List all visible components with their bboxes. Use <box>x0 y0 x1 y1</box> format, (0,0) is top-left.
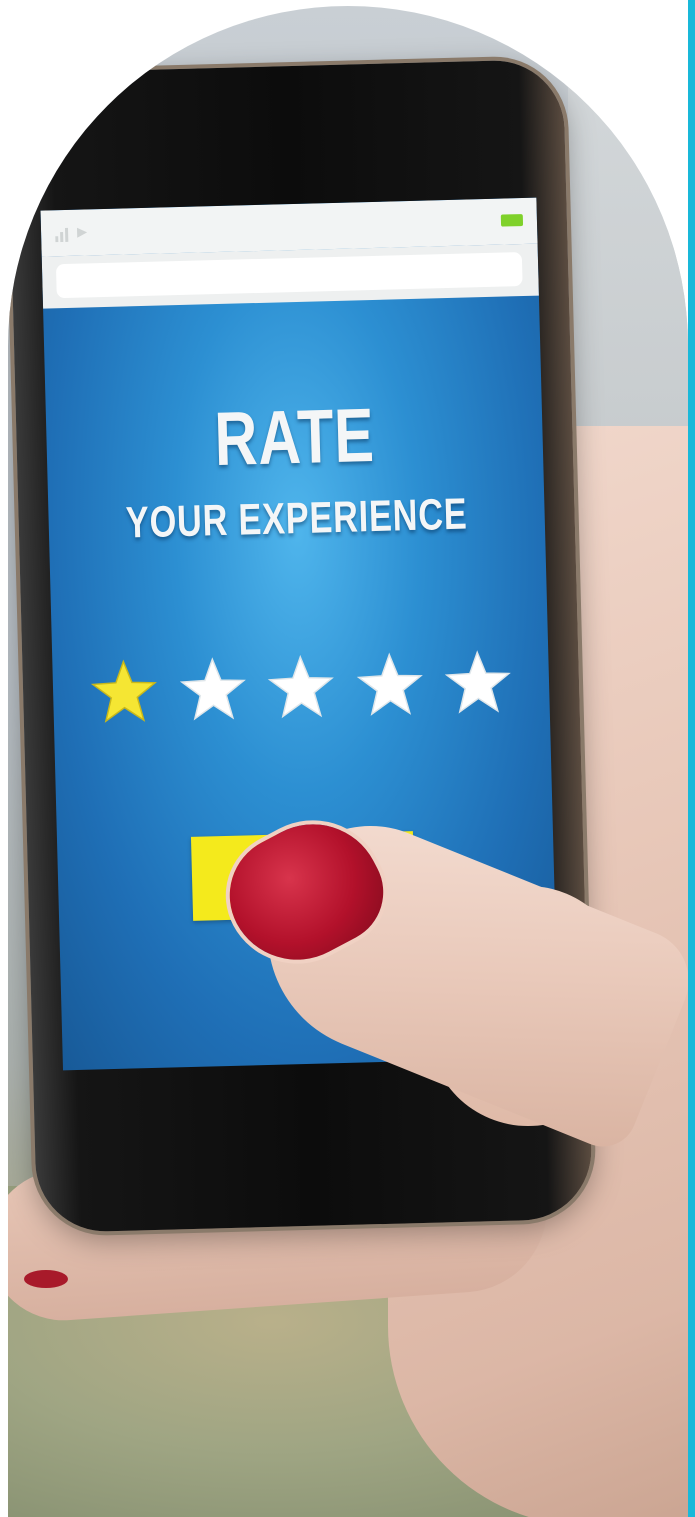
battery-icon <box>500 214 524 227</box>
signal-icon <box>55 223 95 243</box>
star-icon[interactable] <box>179 655 247 723</box>
star-icon[interactable] <box>356 651 424 719</box>
accent-stripe <box>688 0 695 1517</box>
photo-card: RATE YOUR EXPERIENCE <box>0 0 695 1517</box>
star-icon[interactable] <box>267 653 335 721</box>
rate-title: RATE <box>213 392 376 483</box>
url-field[interactable] <box>55 252 523 299</box>
fingernail-small <box>24 1270 68 1288</box>
star-rating[interactable] <box>90 647 512 728</box>
star-icon[interactable] <box>444 649 512 717</box>
star-icon[interactable] <box>90 658 158 726</box>
rate-subtitle: YOUR EXPERIENCE <box>125 489 469 548</box>
status-time <box>261 215 341 237</box>
arched-photo: RATE YOUR EXPERIENCE <box>8 6 688 1517</box>
